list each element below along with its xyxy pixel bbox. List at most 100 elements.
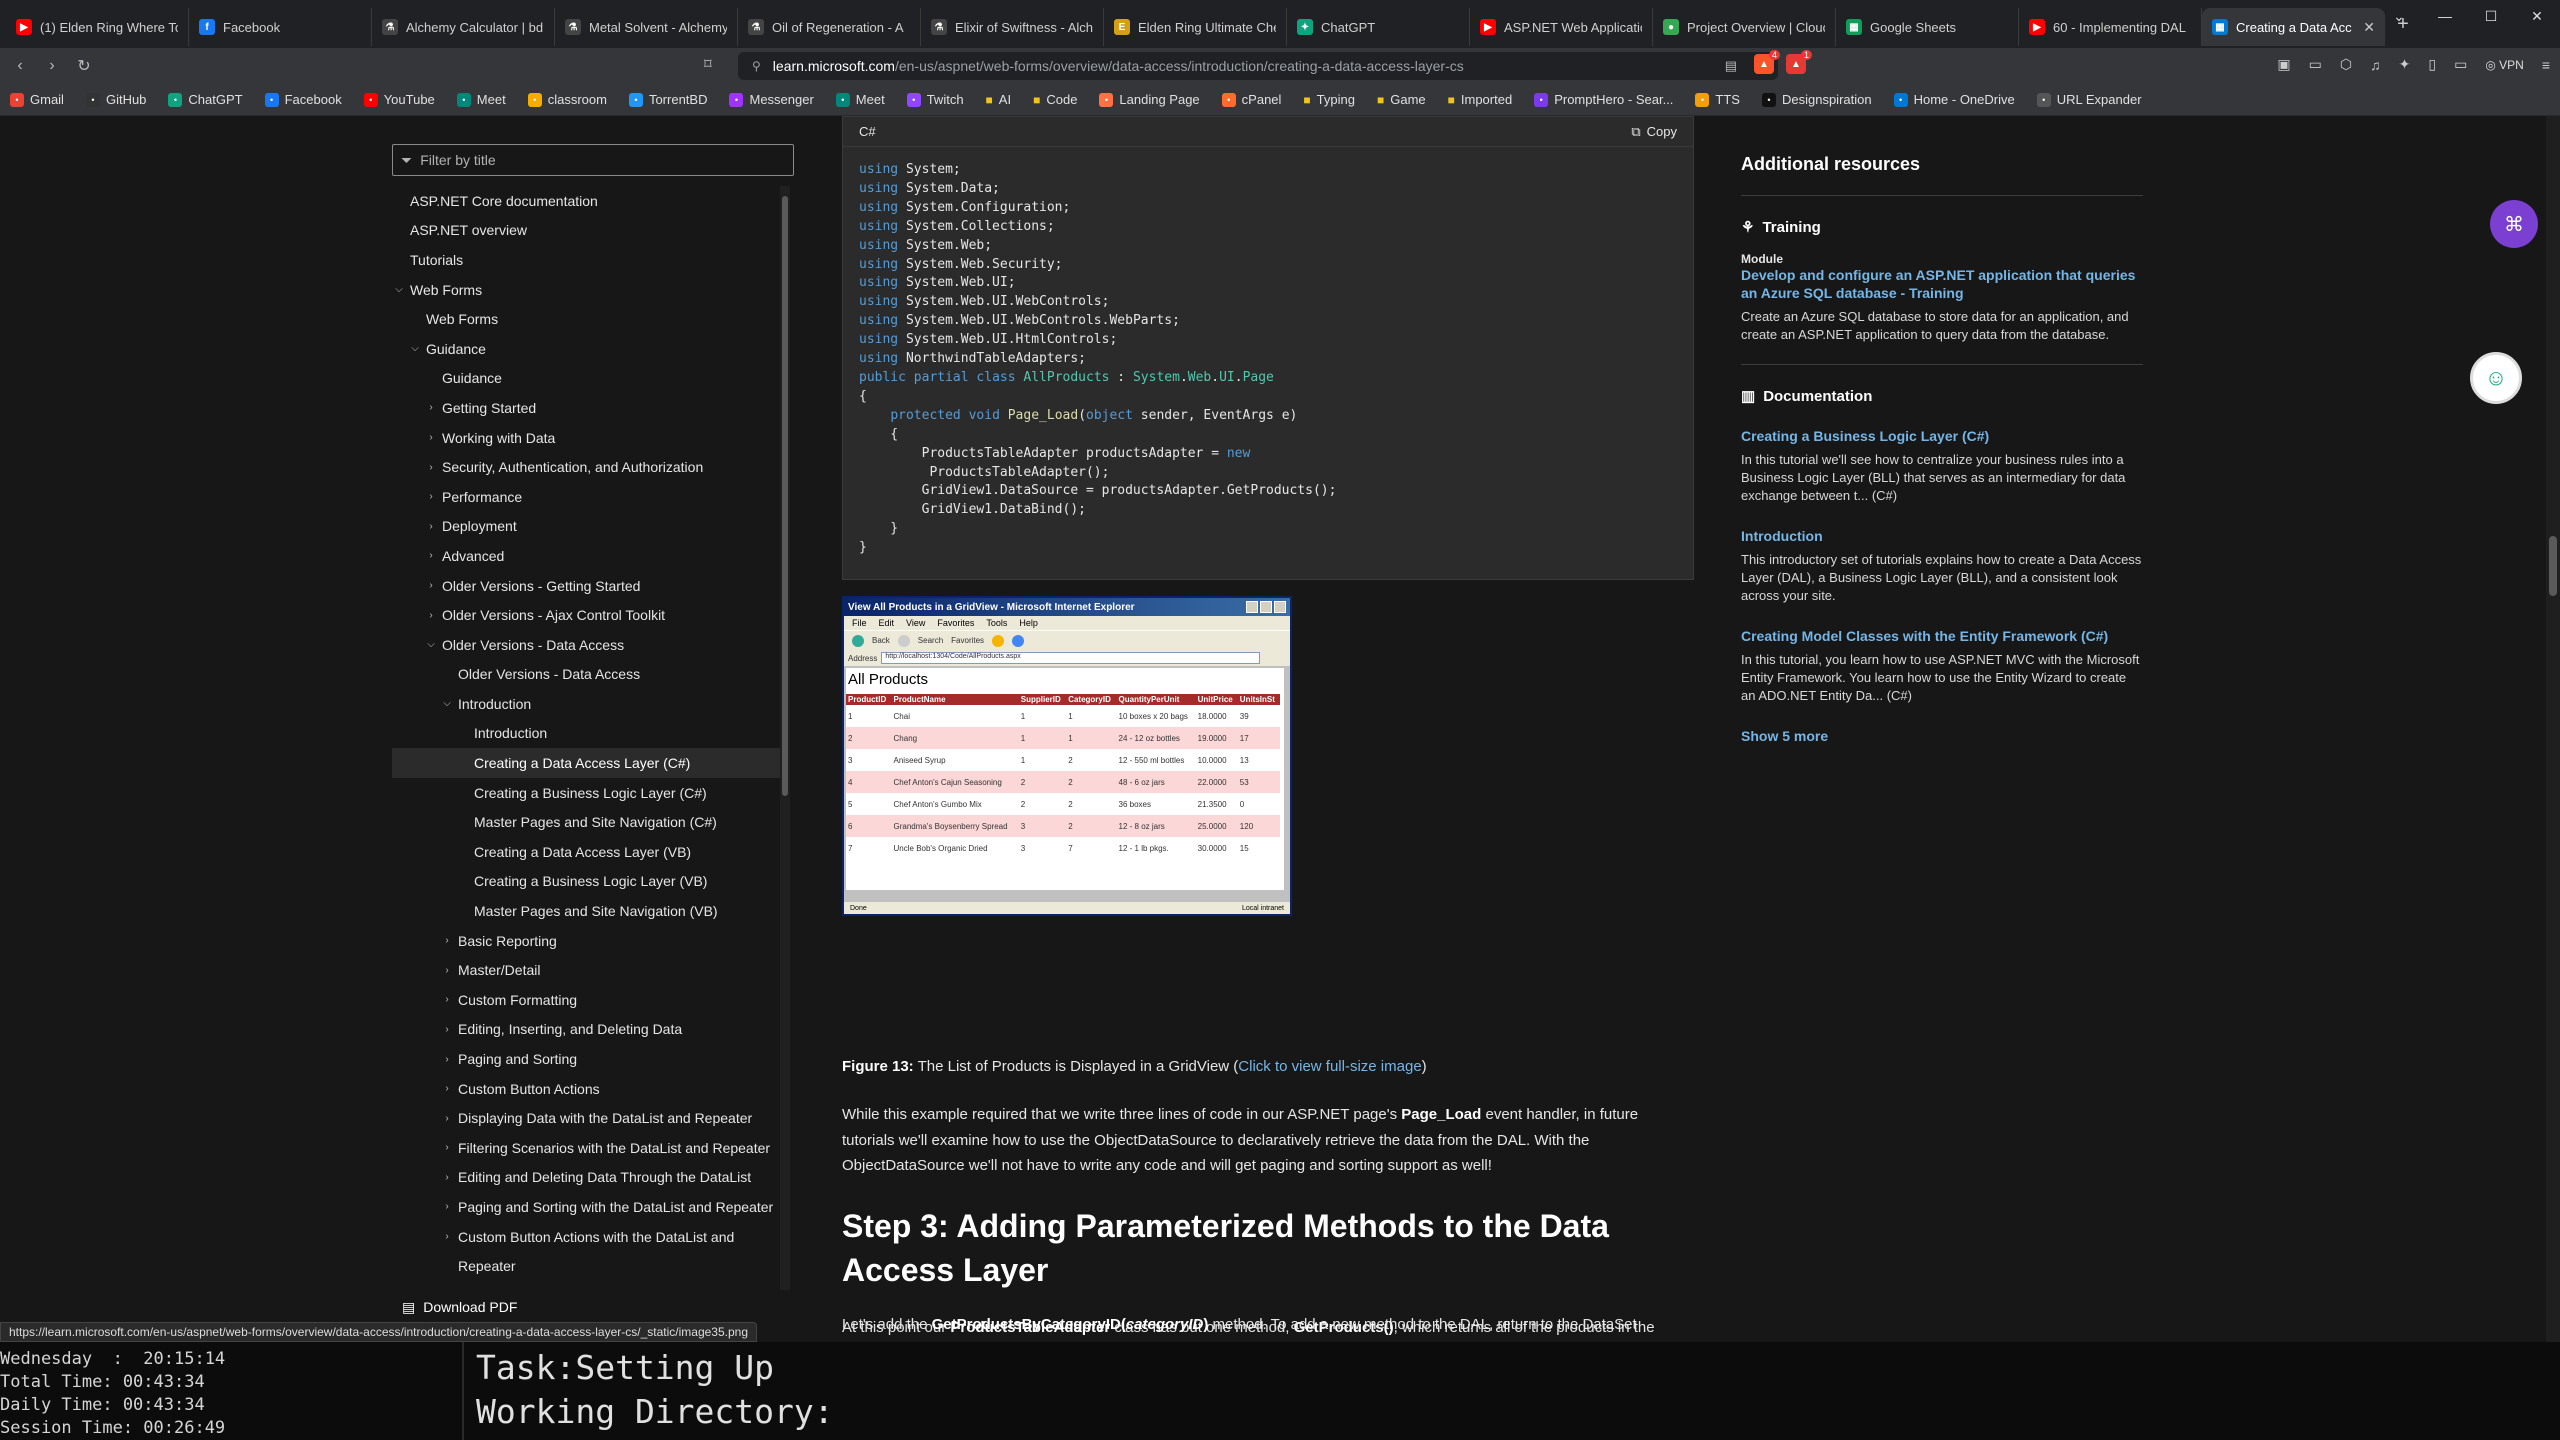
browser-tab[interactable]: ▶ 60 - Implementing DAL <box>2019 8 2202 46</box>
toc-item[interactable]: › Security, Authentication, and Authoriza… <box>392 452 784 482</box>
bookmark-item[interactable]: ■ Typing <box>1303 92 1355 107</box>
extension-icon-1[interactable]: ▣ <box>2277 56 2290 73</box>
toc-item[interactable]: Older Versions - Data Access <box>392 660 784 690</box>
reload-button[interactable]: ↻ <box>68 51 100 81</box>
toc-item[interactable]: › Custom Button Actions <box>392 1074 784 1104</box>
chevron-right-icon[interactable]: › <box>440 1201 454 1212</box>
bookmark-item[interactable]: • Designspiration <box>1761 92 1872 107</box>
show-more-link[interactable]: Show 5 more <box>1741 727 2143 745</box>
bookmark-item[interactable]: • Gmail <box>10 92 64 107</box>
browser-tab[interactable]: ⚗ Metal Solvent - Alchemy <box>555 8 738 46</box>
chat-bot-icon[interactable]: ☺ <box>2470 352 2522 404</box>
toc-item[interactable]: ⌵ Introduction <box>392 689 784 719</box>
filter-input[interactable]: ⏷ Filter by title <box>392 144 794 176</box>
brave-rewards-icon[interactable]: ▲ 1 <box>1786 50 1812 74</box>
toc-item[interactable]: › Custom Formatting <box>392 985 784 1015</box>
toc-item[interactable]: › Basic Reporting <box>392 926 784 956</box>
tab-search-icon[interactable]: ⌄ <box>2376 0 2422 32</box>
toc-item[interactable]: ASP.NET overview <box>392 216 784 246</box>
bookmark-item[interactable]: • URL Expander <box>2036 92 2142 107</box>
doc-link[interactable]: Creating a Business Logic Layer (C#) <box>1741 427 2143 445</box>
close-window-button[interactable]: ✕ <box>2514 0 2560 32</box>
bookmark-item[interactable]: • PromptHero - Sear... <box>1534 92 1673 107</box>
toc-item[interactable]: › Advanced <box>392 541 784 571</box>
chevron-right-icon[interactable]: › <box>440 1142 454 1153</box>
toc-item[interactable]: Tutorials <box>392 245 784 275</box>
bookmark-item[interactable]: • YouTube <box>363 92 435 107</box>
close-tab-icon[interactable]: ✕ <box>2363 19 2375 36</box>
address-bar[interactable]: ⚲ learn.microsoft.com /en-us/aspnet/web-… <box>738 52 1778 80</box>
doc-link[interactable]: Introduction <box>1741 527 2143 545</box>
toc-item[interactable]: › Paging and Sorting with the DataList an… <box>392 1192 784 1222</box>
training-link[interactable]: Develop and configure an ASP.NET applica… <box>1741 266 2143 302</box>
toc-item[interactable]: Creating a Business Logic Layer (C#) <box>392 778 784 808</box>
sidebar-icon[interactable]: ▯ <box>2428 56 2436 73</box>
browser-tab[interactable]: ▶ (1) Elden Ring Where To <box>6 8 189 46</box>
toc-item[interactable]: ⌵ Web Forms <box>392 275 784 305</box>
extension-icon-3[interactable]: ⬡ <box>2340 56 2352 73</box>
chevron-right-icon[interactable]: › <box>440 935 454 946</box>
vpn-button[interactable]: ◎ VPN <box>2485 58 2524 72</box>
toc-item[interactable]: Master Pages and Site Navigation (C#) <box>392 807 784 837</box>
toc-item-current[interactable]: Creating a Data Access Layer (C#) <box>392 748 784 778</box>
reader-mode-icon[interactable]: ▤ <box>1725 58 1737 74</box>
chevron-right-icon[interactable]: › <box>440 1024 454 1035</box>
toc-item[interactable]: › Master/Detail <box>392 955 784 985</box>
assistant-icon[interactable]: ⌘ <box>2490 200 2538 248</box>
site-info-icon[interactable]: ⚲ <box>752 59 761 73</box>
chevron-right-icon[interactable]: › <box>440 1083 454 1094</box>
brave-shields-icon[interactable]: ▲ 4 <box>1754 50 1780 74</box>
extension-icon-2[interactable]: ▭ <box>2309 56 2322 73</box>
bookmark-item[interactable]: • Meet <box>835 92 885 107</box>
chevron-right-icon[interactable]: › <box>424 580 438 591</box>
browser-tab[interactable]: ⚗ Alchemy Calculator | bd <box>372 8 555 46</box>
media-icon[interactable]: ♫ <box>2370 57 2381 73</box>
doc-link[interactable]: Creating Model Classes with the Entity F… <box>1741 627 2143 645</box>
chevron-right-icon[interactable]: › <box>424 521 438 532</box>
chevron-right-icon[interactable]: › <box>424 402 438 413</box>
toc-item[interactable]: › Working with Data <box>392 423 784 453</box>
bookmark-item[interactable]: • ChatGPT <box>168 92 243 107</box>
chevron-right-icon[interactable]: › <box>440 1231 454 1242</box>
bookmark-item[interactable]: • Home - OneDrive <box>1893 92 2015 107</box>
bookmark-item[interactable]: • cPanel <box>1221 92 1281 107</box>
back-button[interactable]: ‹ <box>4 51 36 81</box>
toc-scrollbar[interactable] <box>780 186 790 1290</box>
forward-button[interactable]: › <box>36 51 68 81</box>
chevron-right-icon[interactable]: › <box>424 432 438 443</box>
figure-image[interactable]: View All Products in a GridView - Micros… <box>842 596 1292 916</box>
browser-tab[interactable]: ✦ ChatGPT <box>1287 8 1470 46</box>
toc-item[interactable]: › Filtering Scenarios with the DataList a… <box>392 1133 784 1163</box>
toc-item[interactable]: › Editing and Deleting Data Through the D… <box>392 1163 784 1193</box>
browser-tab[interactable]: f Facebook <box>189 8 372 46</box>
browser-tab[interactable]: ▦ Creating a Data Acc ✕ <box>2202 8 2385 46</box>
bookmark-item[interactable]: • Facebook <box>264 92 342 107</box>
toc-item[interactable]: ›Accessing the Database Directly from an… <box>392 1281 784 1290</box>
toc-item[interactable]: › Deployment <box>392 512 784 542</box>
toc-item[interactable]: ⌵ Older Versions - Data Access <box>392 630 784 660</box>
toc-item[interactable]: Repeater <box>392 1251 784 1281</box>
full-size-image-link[interactable]: Click to view full-size image <box>1238 1058 1421 1075</box>
toc-item[interactable]: › Older Versions - Getting Started <box>392 571 784 601</box>
toc-item[interactable]: Guidance <box>392 364 784 394</box>
bookmark-item[interactable]: • GitHub <box>85 92 146 107</box>
toc-item[interactable]: Introduction <box>392 719 784 749</box>
bookmark-item[interactable]: • Twitch <box>906 92 964 107</box>
chevron-right-icon[interactable]: › <box>440 994 454 1005</box>
browser-tab[interactable]: ● Project Overview | Cloud <box>1653 8 1836 46</box>
toc-item[interactable]: › Displaying Data with the DataList and R… <box>392 1103 784 1133</box>
toc-item[interactable]: › Older Versions - Ajax Control Toolkit <box>392 600 784 630</box>
bookmark-item[interactable]: • classroom <box>527 92 607 107</box>
browser-tab[interactable]: E Elden Ring Ultimate Che <box>1104 8 1287 46</box>
bookmark-item[interactable]: ■ AI <box>986 92 1012 107</box>
browser-tab[interactable]: ⚗ Elixir of Swiftness - Alch <box>921 8 1104 46</box>
toc-item[interactable]: › Performance <box>392 482 784 512</box>
browser-tab[interactable]: ▶ ASP.NET Web Applicatio <box>1470 8 1653 46</box>
wallet-icon[interactable]: ▭ <box>2454 56 2467 73</box>
toc-item[interactable]: Master Pages and Site Navigation (VB) <box>392 896 784 926</box>
bookmark-item[interactable]: • Messenger <box>729 92 814 107</box>
chevron-down-icon[interactable]: ⌵ <box>424 639 438 650</box>
toc-item[interactable]: ASP.NET Core documentation <box>392 186 784 216</box>
toc-item[interactable]: › Getting Started <box>392 393 784 423</box>
chevron-right-icon[interactable]: › <box>424 550 438 561</box>
